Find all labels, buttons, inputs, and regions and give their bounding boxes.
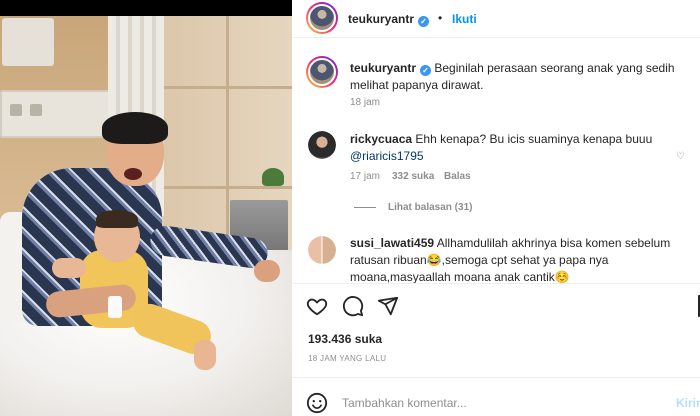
- comment-avatar-image: [308, 131, 336, 159]
- author-username[interactable]: teukuryantr ✓: [348, 12, 430, 27]
- view-replies-button[interactable]: Lihat balasan (31): [354, 202, 472, 213]
- comment-username[interactable]: susi_lawati459: [350, 236, 434, 250]
- header-separator: •: [438, 11, 443, 25]
- comment-like-icon[interactable]: ♡: [676, 151, 685, 162]
- photo-plant: [262, 168, 284, 186]
- like-heart-icon[interactable]: [306, 295, 328, 322]
- comment-box-divider: [292, 377, 700, 378]
- verified-badge-icon: ✓: [420, 65, 432, 76]
- photo-top-band: [0, 0, 292, 16]
- photo-baby-foot: [194, 340, 216, 370]
- post-header: teukuryantr ✓ • Ikuti: [292, 0, 700, 38]
- comment-time[interactable]: 17 jam: [350, 171, 380, 182]
- comment-mention[interactable]: @riaricis1795: [350, 149, 424, 163]
- photo-baby-arm: [52, 258, 86, 278]
- post-photo[interactable]: [0, 0, 292, 416]
- photo-man-mouth: [124, 168, 142, 180]
- comment-text: Ehh kenapa? Bu icis suaminya kenapa buuu: [415, 132, 653, 146]
- author-avatar[interactable]: [306, 2, 338, 34]
- caption-avatar-image: [308, 58, 336, 86]
- comment-avatar[interactable]: [308, 131, 336, 159]
- photo-wall-shelf: [2, 18, 54, 66]
- share-paper-plane-icon[interactable]: [377, 295, 399, 322]
- caption-avatar[interactable]: [306, 56, 338, 88]
- comment-avatar-image: [308, 236, 336, 264]
- follow-button[interactable]: Ikuti: [452, 12, 477, 26]
- author-avatar-image: [308, 4, 336, 32]
- photo-bed-panel-dot: [10, 104, 22, 116]
- photo-hospital-bed-panel: [0, 90, 112, 138]
- actions-divider: [292, 283, 700, 284]
- emoji-icon[interactable]: [306, 392, 328, 416]
- likes-count[interactable]: 193.436 suka: [308, 332, 382, 346]
- post-side-panel: teukuryantr ✓ • Ikuti teukuryantr ✓ Begini…: [292, 0, 700, 416]
- post-time-ago[interactable]: 18 JAM YANG LALU: [308, 354, 386, 363]
- comment-likes[interactable]: 332 suka: [392, 171, 434, 182]
- comment-username[interactable]: rickycuaca: [350, 132, 412, 146]
- photo-baby-hair: [96, 210, 138, 228]
- photo-bed-panel-dot: [30, 104, 42, 116]
- caption-username[interactable]: teukuryantr ✓: [350, 61, 432, 76]
- caption: teukuryantr ✓ Beginilah perasaan seorang …: [350, 60, 680, 94]
- comment-bubble-icon[interactable]: [342, 295, 364, 322]
- verified-badge-icon: ✓: [418, 16, 430, 27]
- photo-hospital-bracelet: [108, 296, 122, 318]
- caption-time[interactable]: 18 jam: [350, 97, 380, 108]
- photo-man-hair: [102, 112, 168, 144]
- comment: rickycuaca Ehh kenapa? Bu icis suaminya …: [350, 131, 680, 165]
- author-username-text: teukuryantr: [348, 12, 415, 26]
- post-comment-button[interactable]: Kirim: [676, 396, 700, 410]
- comment: susi_lawati459 Allhamdulilah akhrinya bi…: [350, 235, 680, 286]
- photo-man-hand: [254, 260, 280, 282]
- caption-username-text: teukuryantr: [350, 61, 417, 75]
- add-comment-input[interactable]: [342, 394, 662, 412]
- comment-reply-button[interactable]: Balas: [444, 171, 471, 182]
- comment-avatar[interactable]: [308, 236, 336, 264]
